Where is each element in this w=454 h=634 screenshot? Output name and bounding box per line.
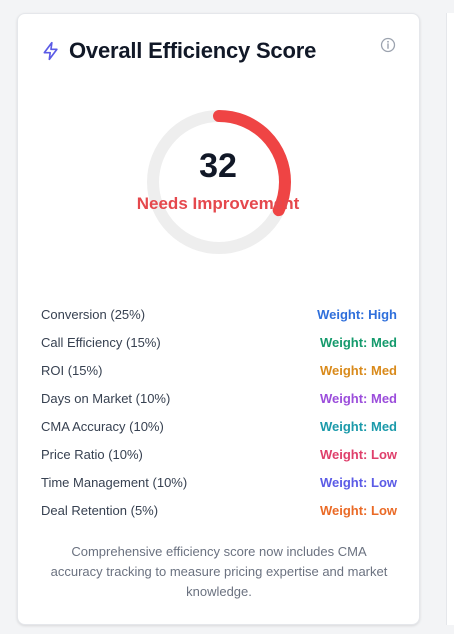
metric-label: Time Management (10%) bbox=[41, 474, 188, 490]
adjacent-card-edge bbox=[446, 13, 454, 625]
metric-row: Call Efficiency (15%) Weight: Med bbox=[41, 328, 397, 356]
metric-row: Deal Retention (5%) Weight: Low bbox=[41, 496, 397, 524]
metric-row: Days on Market (10%) Weight: Med bbox=[41, 384, 397, 412]
metric-weight: Weight: Low bbox=[319, 502, 397, 518]
score-status: Needs Improvement bbox=[136, 194, 300, 213]
metric-weight: Weight: Med bbox=[319, 418, 397, 434]
metric-label: Price Ratio (10%) bbox=[41, 446, 143, 462]
footer-note: Comprehensive efficiency score now inclu… bbox=[50, 544, 388, 599]
metric-label: Days on Market (10%) bbox=[41, 390, 171, 406]
metric-label: Conversion (25%) bbox=[41, 306, 146, 322]
card-title: Overall Efficiency Score bbox=[69, 38, 317, 63]
metric-row: ROI (15%) Weight: Med bbox=[41, 356, 397, 384]
efficiency-score-card: Overall Efficiency Score 32 Needs Improv… bbox=[17, 13, 420, 625]
score-value: 32 bbox=[199, 147, 237, 185]
info-icon[interactable] bbox=[380, 37, 396, 53]
metric-row: Time Management (10%) Weight: Low bbox=[41, 468, 397, 496]
metric-weight: Weight: High bbox=[317, 306, 397, 322]
metric-weight: Weight: Low bbox=[319, 446, 397, 462]
metric-row: Price Ratio (10%) Weight: Low bbox=[41, 440, 397, 468]
metrics-list: Conversion (25%) Weight: High Call Efficie… bbox=[41, 300, 397, 524]
metric-weight: Weight: Med bbox=[319, 362, 397, 378]
lightning-bolt-icon bbox=[41, 41, 61, 61]
metric-label: ROI (15%) bbox=[41, 362, 103, 378]
metric-row: Conversion (25%) Weight: High bbox=[41, 300, 397, 328]
metric-label: Call Efficiency (15%) bbox=[41, 334, 161, 350]
metric-label: Deal Retention (5%) bbox=[41, 502, 159, 518]
card-header: Overall Efficiency Score bbox=[41, 38, 316, 64]
metric-weight: Weight: Low bbox=[319, 474, 397, 490]
metric-weight: Weight: Med bbox=[319, 334, 397, 350]
metric-label: CMA Accuracy (10%) bbox=[41, 418, 164, 434]
metric-weight: Weight: Med bbox=[319, 390, 397, 406]
metric-row: CMA Accuracy (10%) Weight: Med bbox=[41, 412, 397, 440]
